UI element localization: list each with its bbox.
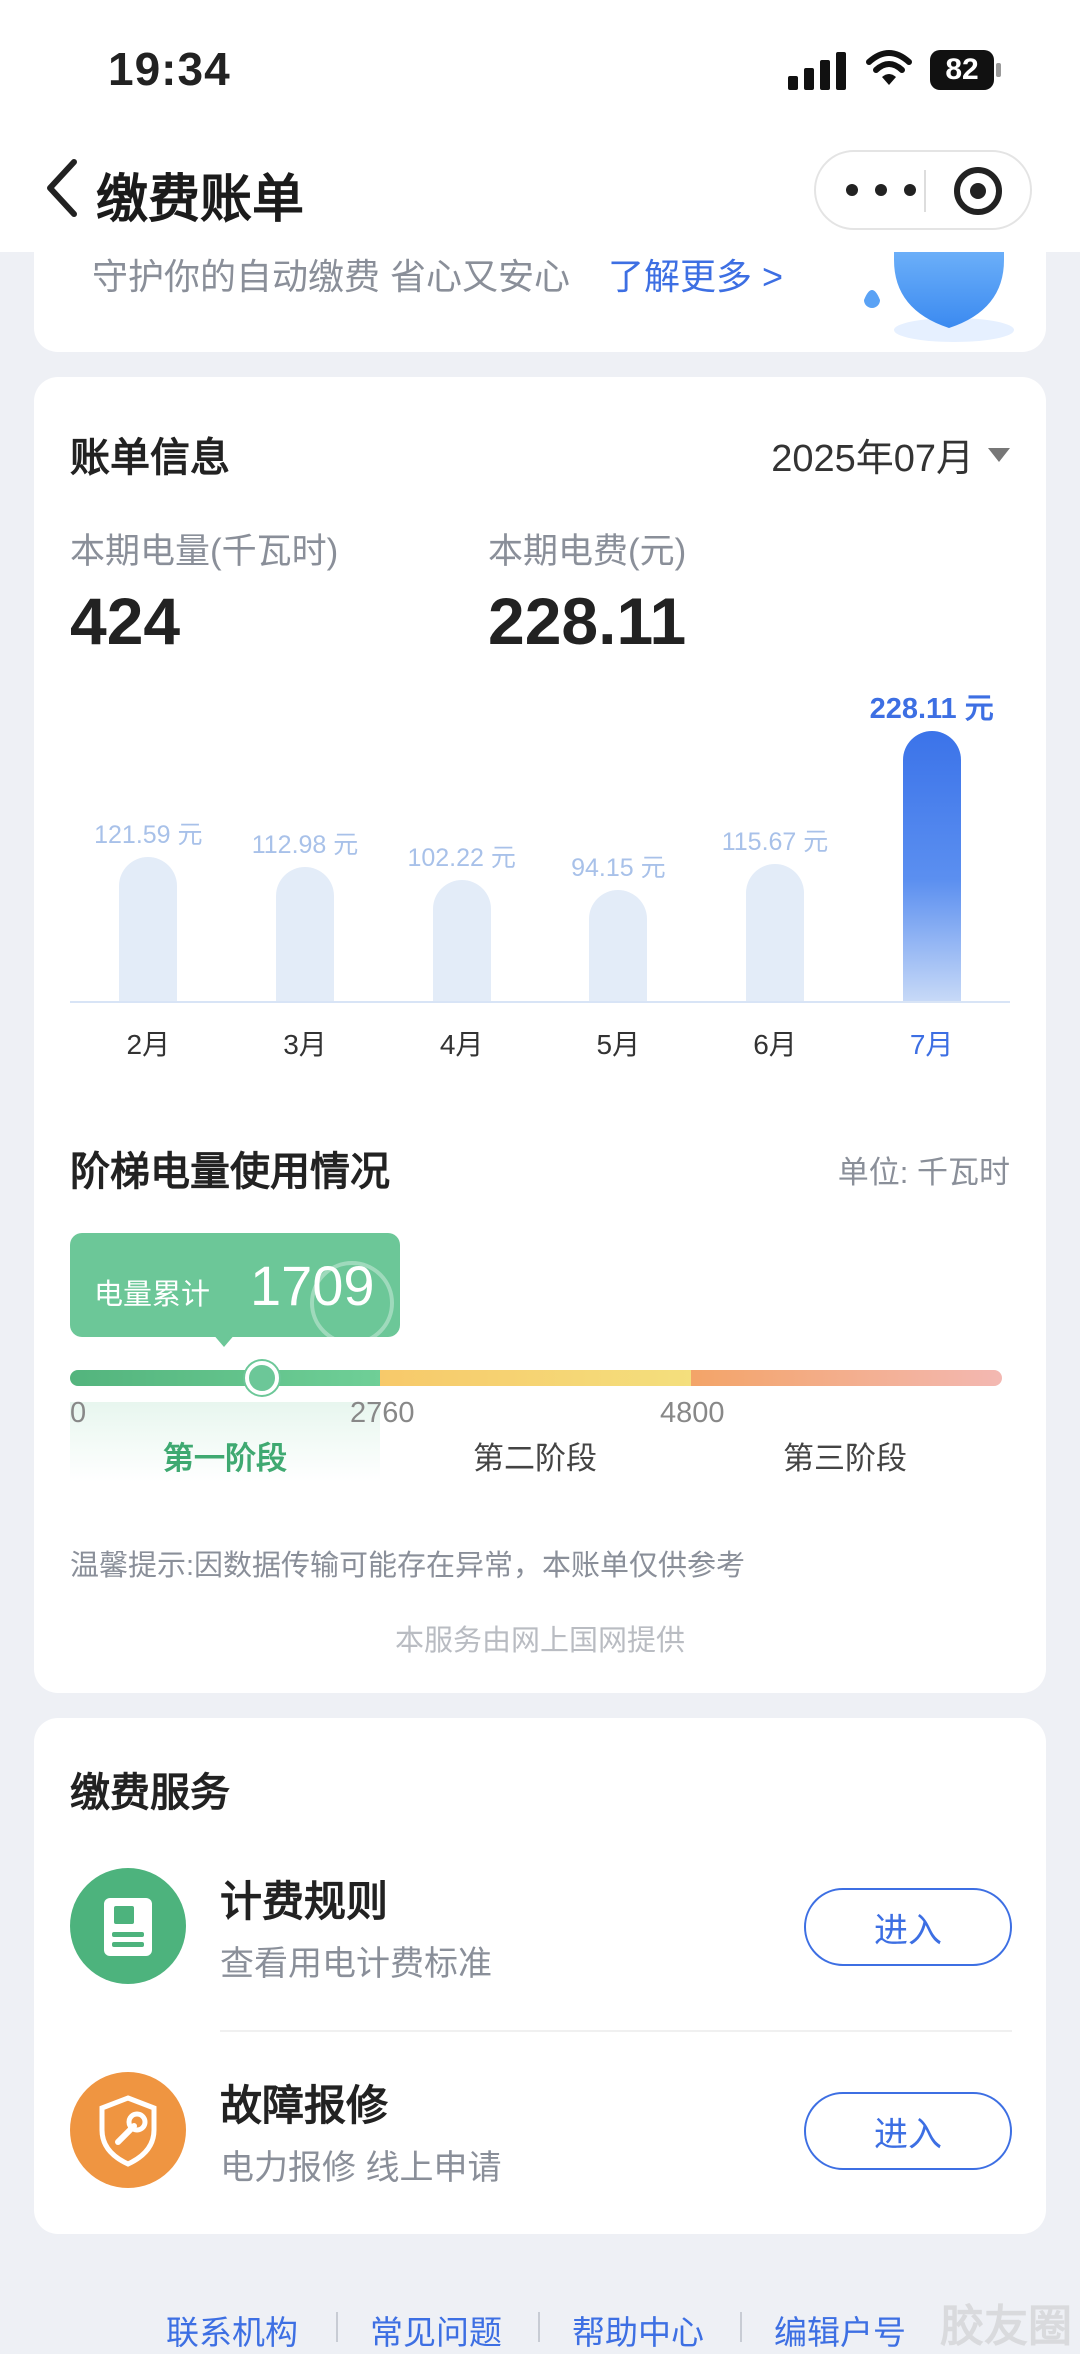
- payment-services-card: 缴费服务 计费规则 查看用电计费标准 进入 故障报修 电力报修 线上申请 进入: [34, 1718, 1046, 2234]
- footer-separator: [336, 2312, 338, 2342]
- miniapp-capsule: [814, 150, 1032, 230]
- chart-month-label[interactable]: 5月: [568, 1023, 668, 1063]
- status-time: 19:34: [108, 43, 231, 95]
- tier-progress-bar: [70, 1370, 1002, 1386]
- chart-bar[interactable]: [119, 857, 178, 1001]
- chart-bar[interactable]: [902, 731, 961, 1001]
- chart-bar[interactable]: [746, 864, 804, 1001]
- tier-segment-3: [691, 1370, 1002, 1386]
- chart-value-label: 228.11 元: [869, 693, 994, 725]
- bill-info-title: 账单信息: [70, 436, 230, 480]
- page-title: 缴费账单: [96, 171, 305, 229]
- stage-3: 第三阶段: [783, 1441, 907, 1476]
- footer-links: 联系机构 常见问题 帮助中心 编辑户号: [0, 2306, 1080, 2351]
- enter-billing-rules-button[interactable]: 进入: [804, 1888, 1012, 1966]
- badge-pointer: [212, 1333, 236, 1347]
- footer-separator: [538, 2312, 540, 2342]
- usage-marker: [244, 1361, 279, 1395]
- chart-value-label: 121.59 元: [94, 821, 203, 850]
- wifi-icon: [866, 50, 912, 85]
- chart-bar[interactable]: [276, 867, 334, 1001]
- service-desc-repair: 电力报修 线上申请: [220, 2149, 502, 2187]
- banner-text: 守护你的自动缴费 省心又安心: [92, 256, 571, 297]
- chart-month-label[interactable]: 7月: [882, 1023, 982, 1063]
- stage-1: 第一阶段: [163, 1441, 287, 1476]
- service-divider: [220, 2030, 1012, 2032]
- wrench-shield-icon: [70, 2072, 186, 2188]
- badge-decoration-icon: [310, 1261, 394, 1337]
- service-name-billing-rules: 计费规则: [220, 1878, 389, 1925]
- period-value: 2025年07月: [771, 438, 974, 480]
- services-title: 缴费服务: [70, 1771, 230, 1815]
- tier-segment-1: [70, 1370, 380, 1386]
- tier-tick-2: 4800: [660, 1397, 725, 1429]
- chart-month-label[interactable]: 3月: [255, 1023, 355, 1063]
- service-desc-billing-rules: 查看用电计费标准: [220, 1945, 492, 1983]
- fee-value: 228.11: [488, 584, 687, 658]
- chart-value-label: 94.15 元: [571, 853, 666, 882]
- chart-baseline: [70, 1001, 1010, 1003]
- energy-value: 424: [70, 584, 181, 658]
- period-selector[interactable]: 2025年07月: [771, 427, 1010, 482]
- energy-label: 本期电量(千瓦时): [70, 532, 339, 571]
- top-bar: 19:34 82 缴费账单: [0, 0, 1080, 252]
- tier-title: 阶梯电量使用情况: [70, 1150, 390, 1194]
- chart-month-label[interactable]: 4月: [412, 1023, 512, 1063]
- signal-icon: [788, 52, 846, 90]
- provider-text: 本服务由网上国网提供: [394, 1625, 685, 1657]
- bill-info-card: 账单信息 2025年07月 本期电量(千瓦时) 424 本期电费(元) 228.…: [34, 377, 1046, 1693]
- tier-segment-2: [380, 1370, 691, 1386]
- chart-value-label: 115.67 元: [721, 828, 829, 857]
- chart-value-label: 102.22 元: [407, 844, 516, 872]
- footer-link-edit-account[interactable]: 编辑户号: [774, 2306, 906, 2354]
- capsule-divider: [924, 170, 926, 212]
- tier-unit: 单位: 千瓦时: [837, 1155, 1010, 1190]
- battery-level: 82: [945, 53, 979, 86]
- tier-tick-0: 0: [70, 1397, 87, 1429]
- learn-more-link[interactable]: 了解更多 >: [608, 248, 783, 300]
- chart-bar[interactable]: [432, 880, 491, 1001]
- close-miniapp-icon[interactable]: [954, 167, 1002, 215]
- chart-bar[interactable]: [589, 889, 648, 1001]
- dropdown-triangle-icon: [988, 447, 1010, 462]
- usage-badge: 电量累计 1709: [70, 1233, 400, 1337]
- document-icon: [70, 1868, 186, 1984]
- watermark-text: 胶友圈: [940, 2302, 1072, 2351]
- monthly-fee-chart: 121.59 元 2月 112.98 元 3月 102.22 元 4月 94.15 元 5月 1…: [70, 693, 1010, 1097]
- footer-link-help[interactable]: 帮助中心: [572, 2306, 704, 2354]
- chart-value-label: 112.98 元: [251, 831, 359, 860]
- battery-icon: 82: [930, 50, 1002, 90]
- notice-text: 温馨提示:因数据传输可能存在异常，本账单仅供参考: [70, 1550, 746, 1582]
- stage-2: 第二阶段: [473, 1441, 597, 1476]
- service-name-repair: 故障报修: [220, 2082, 389, 2129]
- fee-label: 本期电费(元): [488, 532, 687, 571]
- tier-tick-1: 2760: [350, 1397, 415, 1429]
- footer-link-contact[interactable]: 联系机构: [166, 2306, 298, 2354]
- enter-repair-button[interactable]: 进入: [804, 2092, 1012, 2170]
- more-icon[interactable]: [846, 170, 916, 210]
- chart-month-label[interactable]: 6月: [725, 1023, 825, 1063]
- footer-separator: [740, 2312, 742, 2342]
- back-arrow-icon[interactable]: [40, 156, 84, 220]
- usage-label: 电量累计: [94, 1279, 211, 1311]
- footer-link-faq[interactable]: 常见问题: [370, 2306, 502, 2354]
- chart-month-label[interactable]: 2月: [98, 1023, 198, 1063]
